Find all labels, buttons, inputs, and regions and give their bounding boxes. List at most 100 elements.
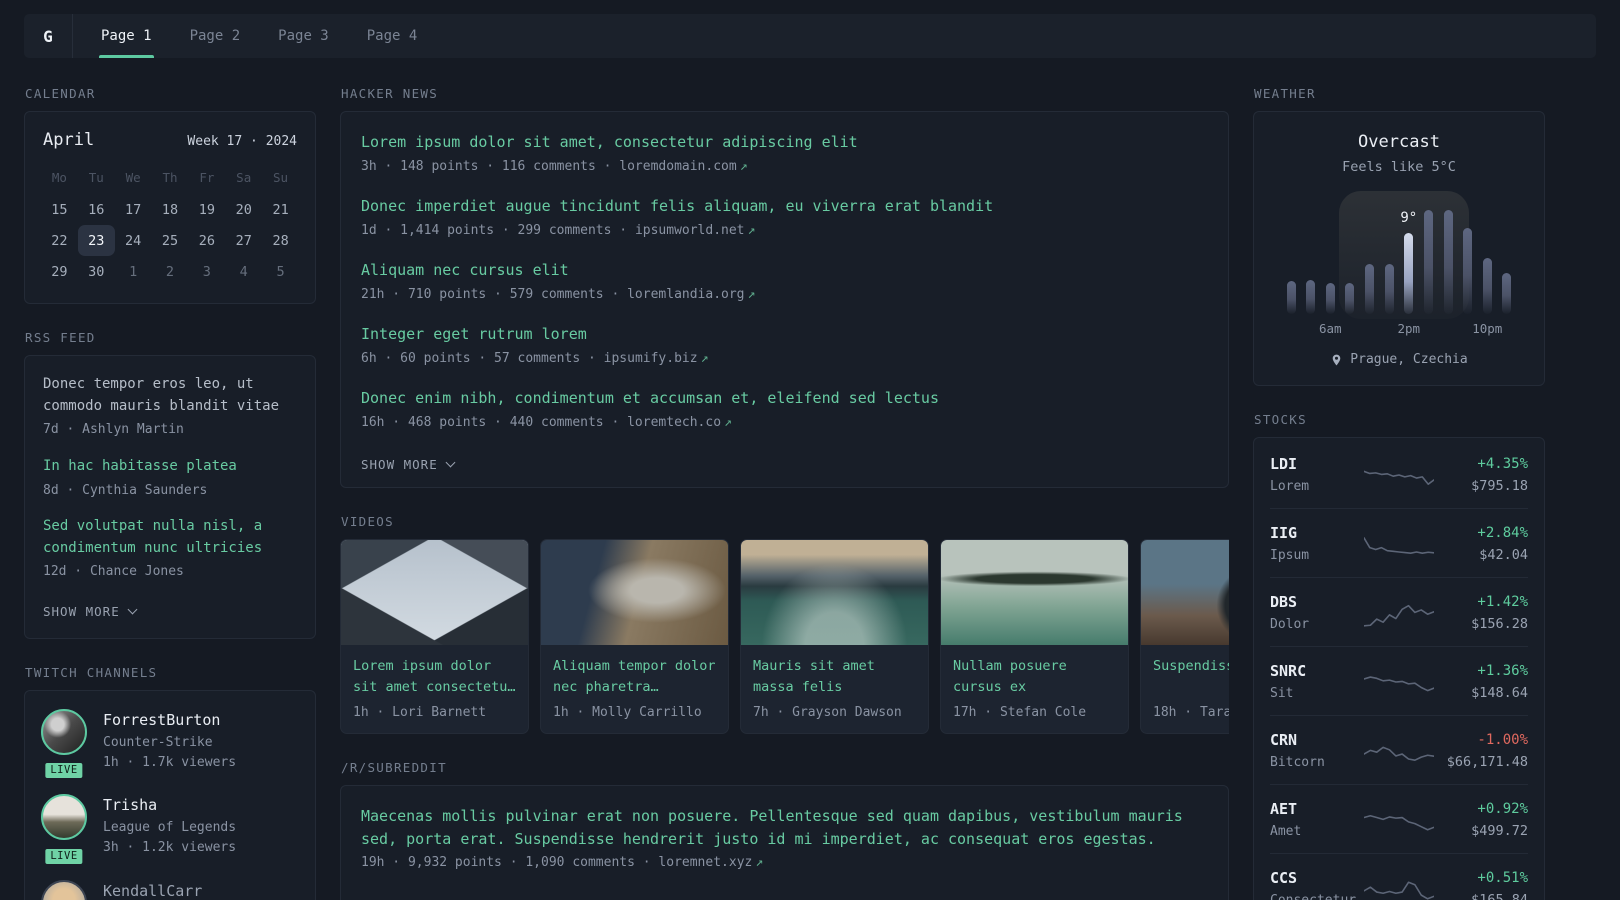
rss-item: Donec tempor eros leo, ut commodo mauris… [43, 374, 297, 440]
stock-row[interactable]: CCS Consectetur +0.51% $165.84 [1270, 853, 1528, 900]
video-card[interactable]: Mauris sit amet massa felis 7h · Grayson… [740, 539, 929, 734]
calendar-day: 26 [198, 232, 215, 249]
rss-item-title-link[interactable]: In hac habitasse platea [43, 456, 297, 478]
hn-item-title-link[interactable]: Integer eget rutrum lorem [361, 323, 1208, 346]
stock-ticker: CRN [1270, 731, 1298, 749]
avatar-wrap [41, 879, 87, 900]
rss-item: In hac habitasse platea 8d · Cynthia Sau… [43, 456, 297, 500]
reddit-post-domain-link[interactable]: loremnet.xyz [658, 855, 752, 870]
subreddit-section-label: /R/SUBREDDIT [341, 760, 447, 775]
dashboard-layout: CALENDAR April Week 17 · 2024 Mo Tu We Th Fr… [0, 58, 1620, 900]
video-meta: 18h · Tara… [1153, 705, 1229, 720]
videos-strip: Lorem ipsum dolor sit amet consectetu… 1… [340, 539, 1229, 734]
hn-item-title-link[interactable]: Donec imperdiet augue tincidunt felis al… [361, 195, 1208, 218]
page-tab[interactable]: Page 1 [99, 14, 154, 58]
reddit-post-title-link[interactable]: Maecenas mollis pulvinar erat non posuer… [361, 805, 1208, 850]
weather-bar-column [1343, 191, 1357, 339]
calendar-weekday: Sa [236, 170, 252, 185]
hn-item: Integer eget rutrum lorem 6h · 60 points… [361, 323, 1208, 368]
video-card[interactable]: Suspendisse diam 18h · Tara… [1140, 539, 1229, 734]
channel-info: ForrestBurton Counter-Strike 1h · 1.7k v… [103, 709, 236, 773]
stock-price: $148.64 [1471, 684, 1528, 701]
stock-row[interactable]: IIG Ipsum +2.84% $42.04 [1270, 508, 1528, 577]
hn-item-domain-link[interactable]: ipsumify.biz [604, 351, 698, 366]
calendar-day: 21 [272, 201, 289, 218]
reddit-post-stats: 19h · 9,932 points · 1,090 comments · [361, 855, 659, 870]
twitch-channel-row[interactable]: KendallCarr [41, 879, 299, 900]
page-tab[interactable]: Page 3 [278, 14, 329, 58]
weather-bar-column [1461, 191, 1475, 339]
hn-item-domain-link[interactable]: loremdomain.com [619, 159, 736, 174]
stock-row[interactable]: AET Amet +0.92% $499.72 [1270, 784, 1528, 853]
hn-item-title-link[interactable]: Lorem ipsum dolor sit amet, consectetur … [361, 131, 1208, 154]
stock-id: LDI Lorem [1270, 455, 1356, 494]
hn-item: Aliquam nec cursus elit 21h · 710 points… [361, 259, 1208, 304]
app-logo[interactable]: G [24, 14, 73, 58]
weather-bar-column [1500, 191, 1514, 339]
weather-bar-column: 10pm [1472, 191, 1502, 339]
hn-item-domain-link[interactable]: loremlandia.org [627, 287, 744, 302]
calendar-day: 24 [125, 232, 142, 249]
rss-item-title-link[interactable]: Sed volutpat nulla nisl, a condimentum n… [43, 516, 297, 559]
weather-bar [1384, 263, 1394, 314]
rss-widget: Donec tempor eros leo, ut commodo mauris… [24, 355, 316, 639]
video-card[interactable]: Nullam posuere cursus ex 17h · Stefan Co… [940, 539, 1129, 734]
weather-time-label: 6am [1318, 321, 1342, 336]
channel-info: KendallCarr [103, 880, 202, 900]
page-tab[interactable]: Page 4 [367, 14, 418, 58]
video-card[interactable]: Aliquam tempor dolor nec pharetra… 1h · … [540, 539, 729, 734]
avatar [41, 794, 87, 841]
rss-item-title-link[interactable]: Donec tempor eros leo, ut commodo mauris… [43, 374, 297, 417]
calendar-weekday: We [125, 170, 141, 185]
stock-row[interactable]: SNRC Sit +1.36% $148.64 [1270, 646, 1528, 715]
video-meta: 7h · Grayson Dawson [753, 705, 902, 720]
stock-name: Amet [1270, 824, 1302, 839]
weather-section-label: WEATHER [1254, 86, 1316, 101]
hn-item-domain-link[interactable]: loremtech.co [627, 415, 721, 430]
rss-show-more-button[interactable]: SHOW MORE [43, 604, 138, 619]
location-pin-icon [1333, 354, 1341, 365]
hn-item-stats: 16h · 468 points · 440 comments · [361, 414, 628, 430]
stock-id: DBS Dolor [1270, 593, 1356, 632]
external-link-icon: ↗ [739, 158, 748, 174]
hn-item-title-link[interactable]: Donec enim nibh, condimentum et accumsan… [361, 387, 1208, 410]
video-card-body: Nullam posuere cursus ex 17h · Stefan Co… [941, 645, 1128, 733]
calendar-day: 20 [235, 201, 252, 218]
hn-show-more-button[interactable]: SHOW MORE [361, 457, 456, 472]
stock-row[interactable]: CRN Bitcorn -1.00% $66,171.48 [1270, 715, 1528, 784]
hn-item: Donec imperdiet augue tincidunt felis al… [361, 195, 1208, 240]
weather-bar-column [1421, 191, 1435, 339]
stock-ticker: AET [1270, 800, 1298, 818]
calendar-day: 22 [51, 232, 68, 249]
weather-section: WEATHER Overcast Feels like 5°C 6am 9° 2pm… [1253, 86, 1545, 386]
stock-change: +1.36% [1477, 662, 1528, 679]
hn-item-domain-link[interactable]: ipsumworld.net [635, 223, 745, 238]
video-card[interactable]: Lorem ipsum dolor sit amet consectetu… 1… [340, 539, 529, 734]
weather-location-label: Prague, Czechia [1350, 352, 1468, 367]
video-title: Mauris sit amet massa felis [753, 658, 875, 695]
current-temp-label: 9° [1400, 209, 1418, 226]
page-tab[interactable]: Page 2 [190, 14, 241, 58]
avatar [41, 708, 87, 755]
calendar-day: 5 [276, 263, 285, 280]
stock-ticker: IIG [1270, 524, 1298, 542]
calendar-day: 1 [129, 263, 138, 280]
weather-bar-column: 6am [1319, 191, 1342, 339]
stock-row[interactable]: DBS Dolor +1.42% $156.28 [1270, 577, 1528, 646]
calendar-day: 27 [235, 232, 252, 249]
right-column: WEATHER Overcast Feels like 5°C 6am 9° 2pm… [1253, 86, 1545, 900]
stock-row[interactable]: LDI Lorem +4.35% $795.18 [1270, 440, 1528, 508]
stock-ticker: CCS [1270, 869, 1298, 887]
stock-name: Ipsum [1270, 548, 1310, 563]
twitch-channel-row[interactable]: LIVE ForrestBurton Counter-Strike 1h · 1… [41, 708, 299, 781]
calendar-day: 28 [272, 232, 289, 249]
twitch-channel-row[interactable]: LIVE Trisha League of Legends 3h · 1.2k … [41, 794, 299, 866]
stock-change: +1.42% [1477, 593, 1528, 610]
calendar-day: 23 [77, 225, 115, 256]
video-card-body: Suspendisse diam 18h · Tara… [1141, 645, 1229, 733]
calendar-day: 25 [161, 232, 179, 249]
video-thumbnail [341, 540, 528, 645]
hn-item-title-link[interactable]: Aliquam nec cursus elit [361, 259, 1208, 282]
calendar-weekday: Tu [88, 170, 104, 185]
external-link-icon: ↗ [747, 286, 756, 302]
